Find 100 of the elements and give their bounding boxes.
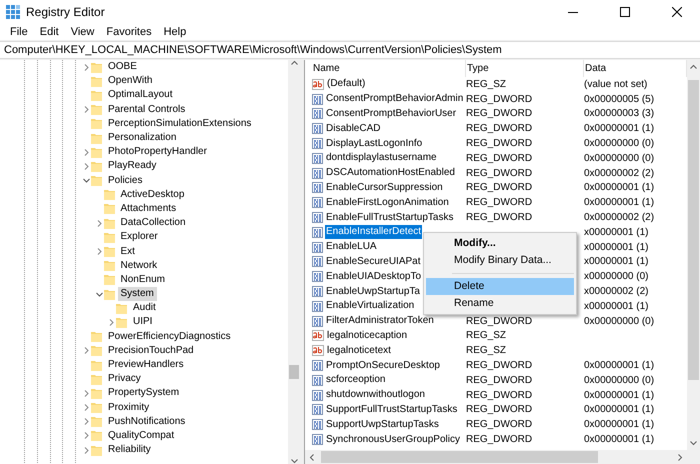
value-data: x00000001 (1) <box>584 256 650 268</box>
tree-item[interactable]: NonEnum <box>118 272 168 287</box>
tree-item[interactable]: System <box>118 287 157 302</box>
value-name[interactable]: EnableUwpStartupTa <box>325 284 421 299</box>
value-name[interactable]: EnableCursorSuppression <box>325 180 444 195</box>
value-name[interactable]: EnableLUA <box>325 240 378 254</box>
tree-item[interactable]: PropertySystem <box>105 386 182 400</box>
scroll-up-icon[interactable] <box>690 64 697 69</box>
value-name[interactable]: legalnoticecaption <box>326 328 408 343</box>
value-name[interactable]: EnableInstallerDetect <box>325 225 422 240</box>
chevron-icon[interactable] <box>83 404 90 412</box>
address-bar[interactable]: Computer\HKEY_LOCAL_MACHINE\SOFTWARE\Microsoft\Windows\CurrentVersion\Policies\System <box>0 41 700 59</box>
tree-item[interactable]: PlayReady <box>105 159 160 174</box>
chevron-icon[interactable] <box>83 418 90 426</box>
column-header[interactable]: Type <box>466 60 584 77</box>
menu-item[interactable]: Modify... <box>426 235 574 252</box>
scrollbar[interactable] <box>305 450 687 464</box>
scroll-down-icon[interactable] <box>690 441 697 446</box>
value-name[interactable]: ConsentPromptBehaviorUser <box>325 106 458 121</box>
menu-item[interactable]: Edit <box>34 26 65 38</box>
tree-item[interactable]: Explorer <box>118 230 161 244</box>
value-type: REG_DWORD <box>466 390 534 401</box>
scroll-down-icon[interactable] <box>290 459 298 464</box>
scroll-left-icon[interactable] <box>309 454 314 460</box>
menu-item[interactable]: Rename <box>426 295 574 312</box>
value-name[interactable]: shutdownwithoutlogon <box>325 388 426 402</box>
menu-item[interactable]: File <box>4 26 34 38</box>
value-name[interactable]: EnableUIADesktopTo <box>325 270 422 284</box>
value-name[interactable]: (Default) <box>326 77 366 92</box>
menu-item[interactable]: Delete <box>426 278 574 295</box>
tree-item[interactable]: PushNotifications <box>105 414 188 429</box>
chevron-icon[interactable] <box>83 106 90 114</box>
value-name[interactable]: DSCAutomationHostEnabled <box>325 166 456 180</box>
chevron-icon[interactable] <box>83 390 90 397</box>
scroll-thumb[interactable] <box>688 80 699 380</box>
chevron-icon[interactable] <box>83 177 90 184</box>
chevron-icon[interactable] <box>96 220 102 227</box>
chevron-icon[interactable] <box>83 446 90 454</box>
close-icon[interactable] <box>672 7 682 17</box>
tree-item[interactable]: ActiveDesktop <box>118 188 188 202</box>
scroll-thumb[interactable] <box>289 365 299 379</box>
scroll-up-icon[interactable] <box>290 60 298 65</box>
menu-item[interactable]: Help <box>158 26 192 38</box>
chevron-icon[interactable] <box>96 290 102 298</box>
chevron-icon[interactable] <box>83 432 90 440</box>
tree-item[interactable]: Policies <box>105 174 146 188</box>
scrollbar[interactable] <box>288 60 300 464</box>
tree-item[interactable]: Parental Controls <box>105 102 188 117</box>
tree-item[interactable]: OOBE <box>105 60 140 74</box>
value-name[interactable]: dontdisplaylastusername <box>325 151 438 166</box>
tree-item[interactable]: UIPI <box>130 315 156 330</box>
menu-item[interactable]: Favorites <box>100 26 158 38</box>
chevron-icon[interactable] <box>83 148 90 156</box>
value-name[interactable]: FilterAdministratorToken <box>325 314 435 328</box>
value-name[interactable]: SupportUwpStartupTasks <box>325 418 440 432</box>
column-header[interactable]: Name <box>312 60 466 77</box>
value-name[interactable]: EnableVirtualization <box>325 299 416 314</box>
tree-item[interactable]: PerceptionSimulationExtensions <box>105 116 254 131</box>
tree-item[interactable]: Audit <box>130 301 159 316</box>
tree-item[interactable]: Reliability <box>105 443 154 458</box>
tree-item[interactable]: Privacy <box>105 372 144 386</box>
value-name[interactable]: DisplayLastLogonInfo <box>325 136 424 151</box>
maximize-icon[interactable] <box>620 7 630 17</box>
tree-item[interactable]: PhotoPropertyHandler <box>105 145 210 160</box>
tree-item[interactable]: PowerEfficiencyDiagnostics <box>105 330 234 344</box>
menu-item[interactable]: View <box>64 26 100 38</box>
scrollbar[interactable] <box>687 60 700 450</box>
value-name[interactable]: SynchronousUserGroupPolicy <box>325 432 461 447</box>
tree-item[interactable]: PrecisionTouchPad <box>105 344 197 358</box>
folder-icon <box>104 288 114 300</box>
scroll-thumb[interactable] <box>321 451 598 463</box>
value-name[interactable]: legalnoticetext <box>326 344 392 358</box>
tree-item[interactable]: Attachments <box>118 202 180 216</box>
value-type: REG_DWORD <box>466 108 534 120</box>
chevron-icon[interactable] <box>83 64 90 71</box>
value-data: 0x00000002 (2) <box>584 168 656 179</box>
tree-item[interactable]: OptimalLayout <box>105 88 176 102</box>
menu-item[interactable]: Modify Binary Data... <box>426 252 574 269</box>
tree-item[interactable]: Personalization <box>105 131 180 146</box>
value-name[interactable]: EnableSecureUIAPat <box>325 254 422 269</box>
chevron-icon[interactable] <box>83 347 90 354</box>
tree-item[interactable]: Proximity <box>105 400 152 415</box>
value-name[interactable]: EnableFullTrustStartupTasks <box>325 210 454 225</box>
tree-item[interactable]: DataCollection <box>118 216 189 230</box>
tree-item[interactable]: Ext <box>118 244 138 259</box>
value-name[interactable]: PromptOnSecureDesktop <box>325 358 441 373</box>
tree-item[interactable]: QualityCompat <box>105 428 178 443</box>
value-data: x00000000 (0) <box>584 271 650 282</box>
value-name[interactable]: DisableCAD <box>325 122 382 136</box>
scroll-right-icon[interactable] <box>678 454 683 460</box>
tree-item[interactable]: Network <box>118 258 160 273</box>
chevron-icon[interactable] <box>83 162 90 170</box>
value-name[interactable]: ConsentPromptBehaviorAdmin <box>325 92 464 106</box>
tree-item[interactable]: OpenWith <box>105 74 156 88</box>
value-name[interactable]: SupportFullTrustStartupTasks <box>325 402 458 417</box>
value-name[interactable]: scforceoption <box>325 373 386 388</box>
chevron-icon[interactable] <box>96 248 102 256</box>
tree-item[interactable]: PreviewHandlers <box>105 358 187 372</box>
chevron-icon[interactable] <box>108 318 115 326</box>
value-name[interactable]: EnableFirstLogonAnimation <box>325 196 450 210</box>
